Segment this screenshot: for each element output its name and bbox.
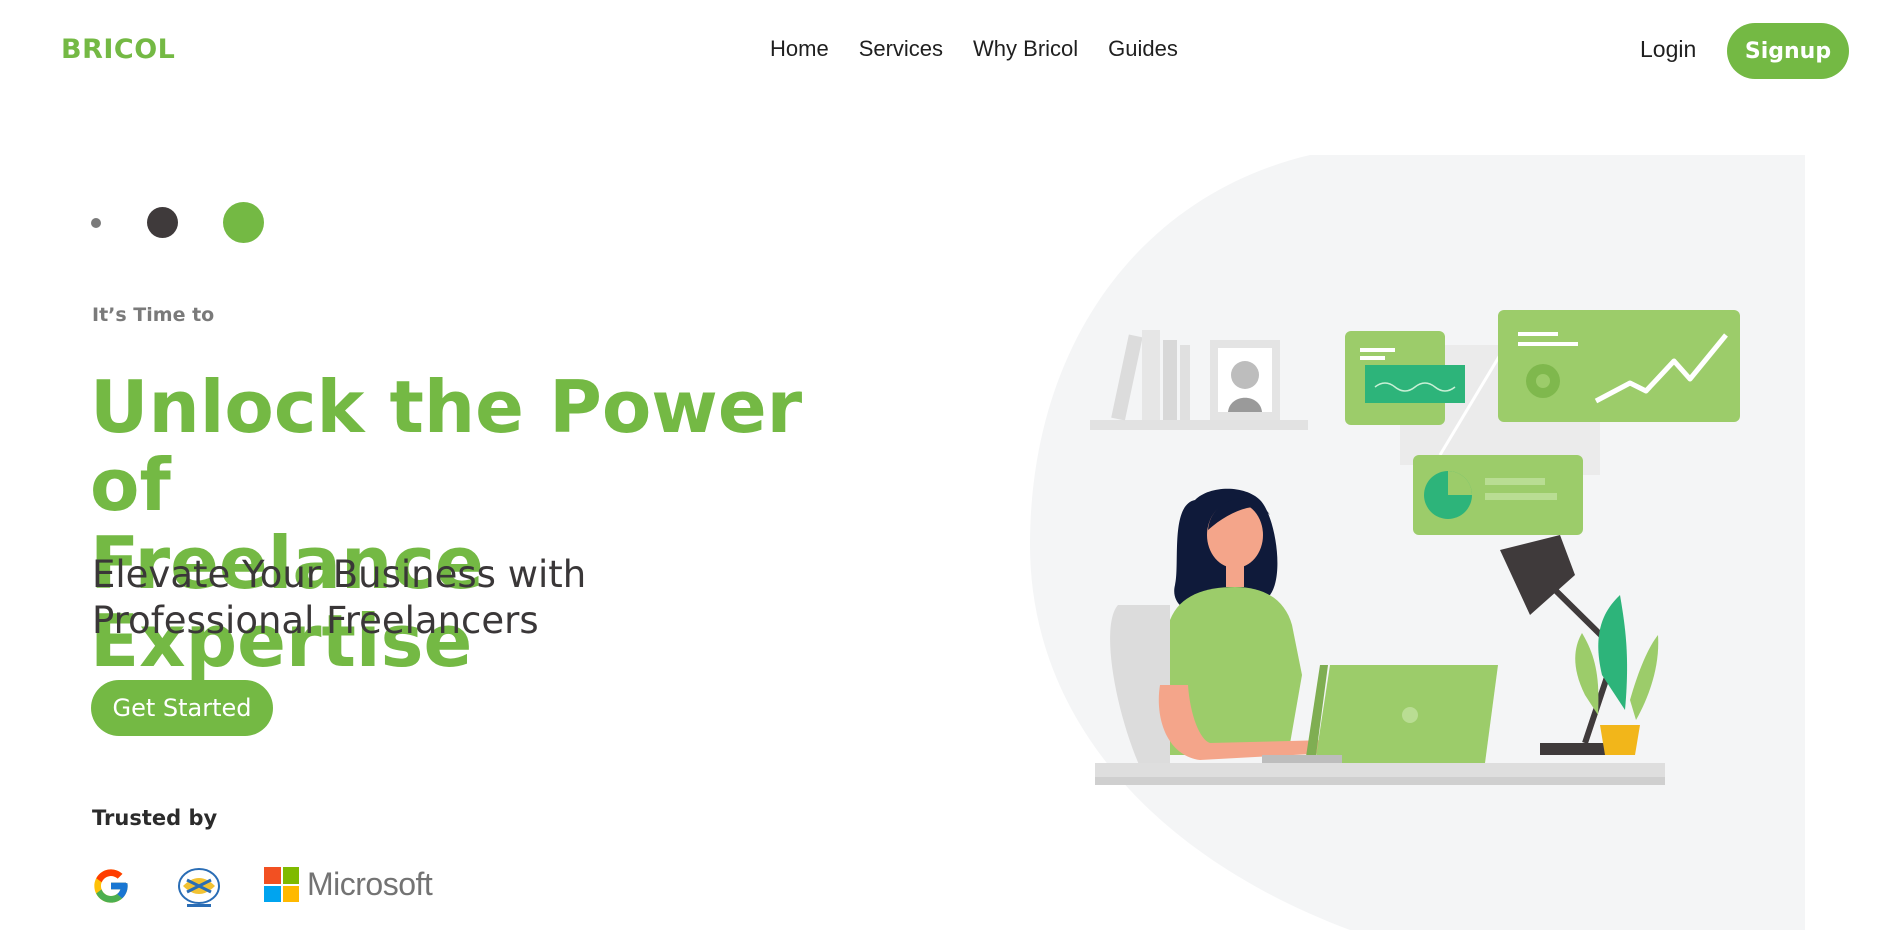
microsoft-squares [264,867,299,902]
decor-dot-green [223,202,264,243]
headline-line-1: Unlock the Power of [90,365,803,527]
signup-button[interactable]: Signup [1727,23,1849,79]
brand-logo[interactable]: BRICOL [61,34,175,65]
google-icon [91,866,131,906]
emblem-icon [175,866,223,910]
nav-guides[interactable]: Guides [1108,36,1178,62]
hero-kicker: It’s Time to [92,304,215,326]
microsoft-wordmark: Microsoft [307,866,433,902]
hero-illustration [1030,155,1810,930]
microsoft-icon: Microsoft [264,866,433,903]
site-header: BRICOL Home Services Why Bricol Guides L… [0,0,1897,100]
decor-dot-dark [147,207,178,238]
main-nav: Home Services Why Bricol Guides [770,36,1178,62]
nav-home[interactable]: Home [770,36,829,62]
trusted-by-label: Trusted by [92,806,218,830]
hero-subhead: Elevate Your Business with Professional … [92,553,587,642]
nav-why-bricol[interactable]: Why Bricol [973,36,1078,62]
login-link[interactable]: Login [1640,36,1696,63]
decor-dot-small [91,218,101,228]
nav-services[interactable]: Services [859,36,943,62]
get-started-button[interactable]: Get Started [91,680,273,736]
